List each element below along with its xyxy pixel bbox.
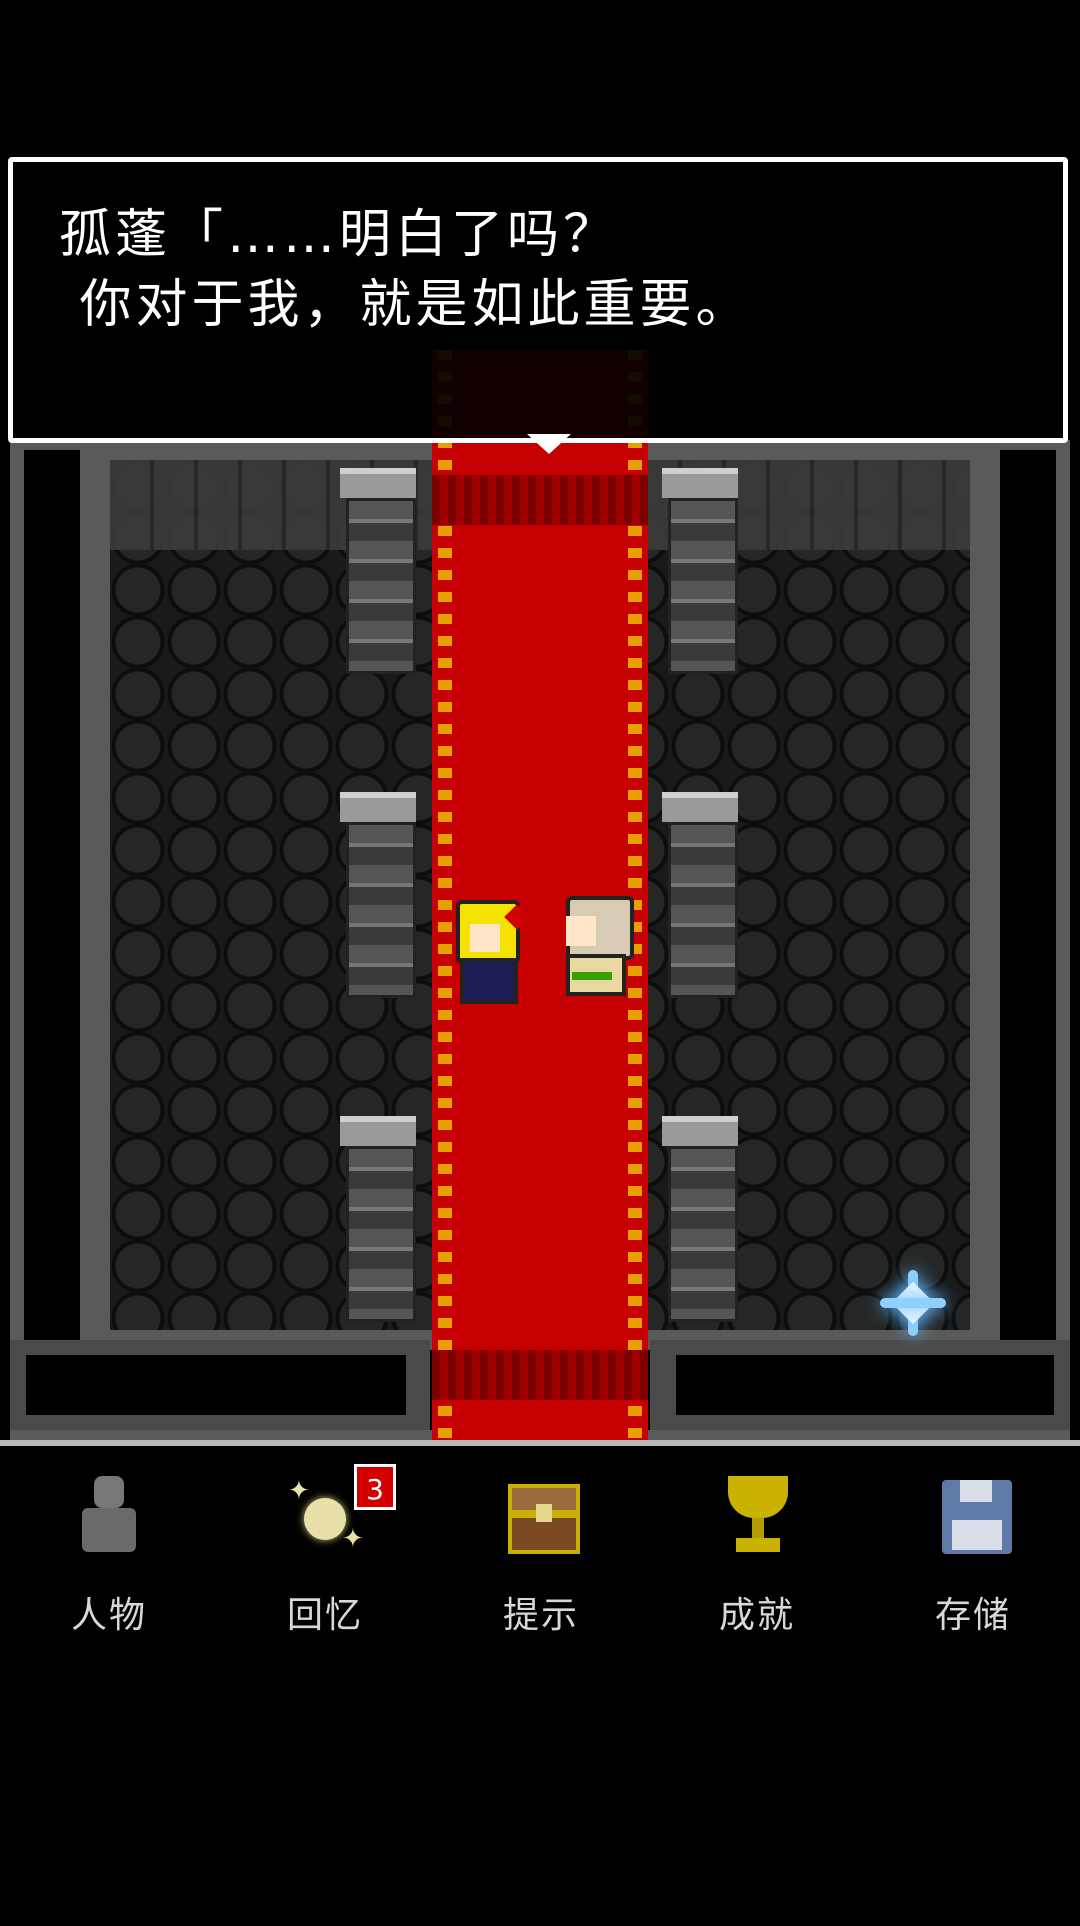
carpet-band-top xyxy=(432,475,648,525)
menu-item-label: 人物 xyxy=(70,1595,147,1636)
pillar xyxy=(662,468,738,678)
lower-left-void xyxy=(26,1355,406,1415)
menu-item-label: 回忆 xyxy=(286,1595,363,1636)
memories-count-badge: 3 xyxy=(354,1464,396,1510)
pillar xyxy=(340,468,416,678)
lower-right-void xyxy=(676,1355,1054,1415)
trophy-icon xyxy=(720,1476,794,1560)
person-icon xyxy=(72,1476,146,1560)
dialog-line-2: 你对于我，就是如此重要。 xyxy=(59,275,752,335)
dialog-box[interactable]: 孤蓬「……明白了吗？ 你对于我，就是如此重要。 xyxy=(8,157,1068,454)
menu-item-save[interactable]: 存储 xyxy=(898,1476,1048,1646)
bottom-menu-bar: 人物 ✦ ✦ 3 回忆 提示 成就 存储 xyxy=(0,1440,1080,1926)
memory-icon: ✦ ✦ xyxy=(288,1476,364,1554)
treasure-chest-icon xyxy=(504,1476,580,1560)
menu-item-characters[interactable]: 人物 xyxy=(34,1476,184,1646)
blonde-girl-sprite[interactable] xyxy=(446,900,530,1004)
pillar xyxy=(340,1116,416,1326)
menu-item-label: 存储 xyxy=(934,1595,1011,1636)
pillar xyxy=(662,1116,738,1326)
menu-item-label: 成就 xyxy=(718,1595,795,1636)
menu-item-hints[interactable]: 提示 xyxy=(466,1476,616,1646)
pillar xyxy=(662,792,738,1002)
menu-item-memories[interactable]: ✦ ✦ 3 回忆 xyxy=(250,1464,400,1646)
save-disk-icon xyxy=(936,1476,1012,1560)
game-scene[interactable] xyxy=(0,340,1080,1440)
carpet-band-bottom xyxy=(432,1350,648,1400)
menu-item-achievements[interactable]: 成就 xyxy=(682,1476,832,1646)
pillar xyxy=(340,792,416,1002)
continue-arrow-icon xyxy=(527,434,571,454)
save-point-sparkle[interactable] xyxy=(880,1270,946,1336)
menu-item-label: 提示 xyxy=(502,1595,579,1636)
silver-haired-boy-sprite[interactable] xyxy=(552,896,634,996)
dialog-line-1: 孤蓬「……明白了吗？ xyxy=(59,205,620,265)
